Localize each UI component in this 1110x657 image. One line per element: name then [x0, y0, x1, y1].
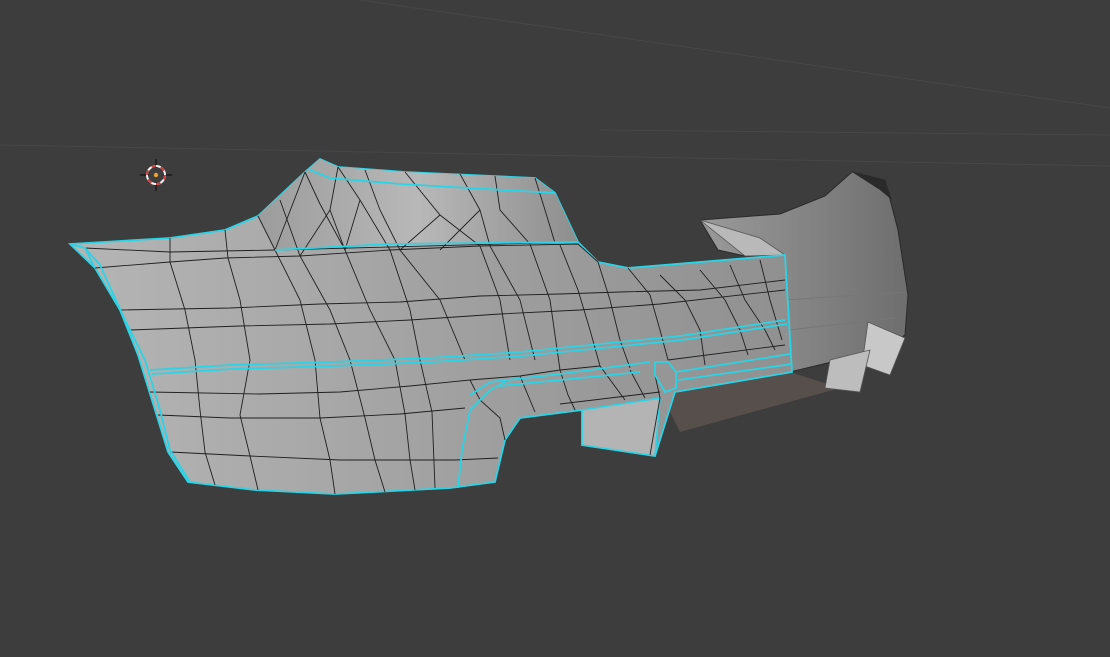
top-ridge-panel	[258, 159, 578, 250]
3d-viewport[interactable]	[0, 0, 1110, 657]
viewport-grid	[0, 0, 1110, 167]
3d-cursor-icon[interactable]	[140, 159, 172, 191]
viewport-canvas[interactable]	[0, 0, 1110, 657]
